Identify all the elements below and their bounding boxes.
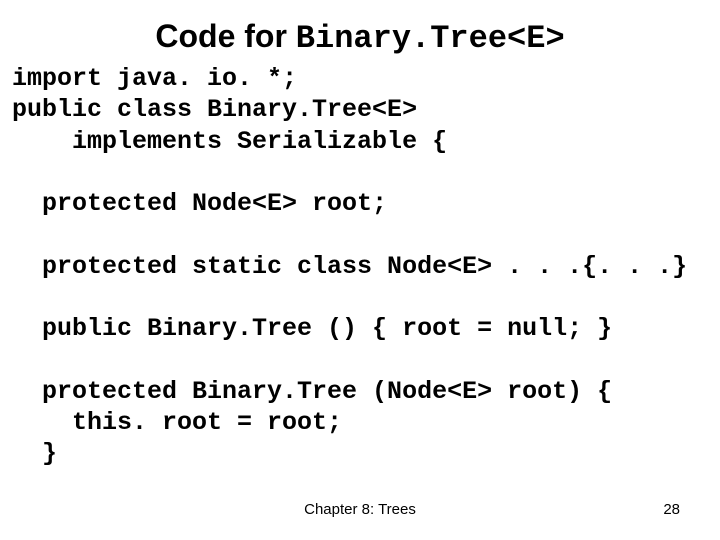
title-classname: Binary.Tree<E>: [296, 20, 565, 57]
slide-title: Code for Binary.Tree<E>: [12, 18, 708, 57]
code-line: protected Binary.Tree (Node<E> root) {: [12, 377, 612, 406]
code-line: protected static class Node<E> . . .{. .…: [12, 252, 687, 281]
code-line: protected Node<E> root;: [12, 189, 387, 218]
code-line: }: [12, 439, 57, 468]
code-line: this. root = root;: [12, 408, 342, 437]
code-line: implements Serializable {: [12, 127, 447, 156]
slide: Code for Binary.Tree<E> import java. io.…: [0, 0, 720, 540]
code-line: public Binary.Tree () { root = null; }: [12, 314, 612, 343]
code-line: import java. io. *;: [12, 64, 297, 93]
footer-page-number: 28: [663, 501, 680, 518]
title-prefix: Code for: [155, 18, 295, 54]
code-line: public class Binary.Tree<E>: [12, 95, 417, 124]
footer-chapter: Chapter 8: Trees: [0, 501, 720, 518]
code-block: import java. io. *; public class Binary.…: [12, 63, 708, 469]
